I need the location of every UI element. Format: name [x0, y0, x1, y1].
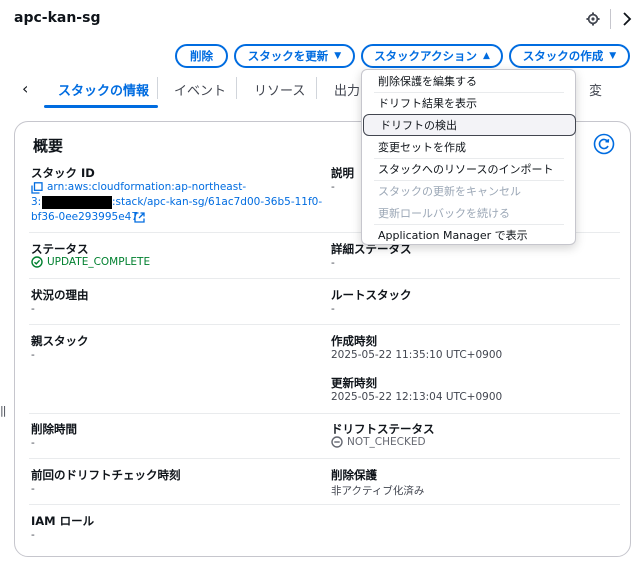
stack-id-line1[interactable]: arn:aws:cloudformation:ap-northeast-	[47, 180, 246, 195]
delete-button-label: 削除	[190, 49, 213, 63]
stack-actions-label: スタックアクション	[374, 49, 477, 63]
created-time-value: 2025-05-22 11:35:10 UTC+0900	[331, 349, 503, 361]
status-reason-label: 状況の理由	[31, 288, 89, 302]
caret-up-icon: ▲	[483, 50, 490, 61]
copy-icon[interactable]	[31, 182, 43, 194]
tab-divider	[316, 77, 317, 99]
last-drift-check-value: -	[31, 483, 35, 495]
redacted-account-id	[42, 196, 112, 209]
tab-divider	[157, 77, 158, 99]
deleted-time-label: 削除時間	[31, 422, 77, 436]
create-stack-label: スタックの作成	[522, 49, 604, 63]
menu-item-create-change-set[interactable]: 変更セットを作成	[362, 136, 575, 158]
detailed-status-value: -	[331, 257, 335, 269]
stack-actions-menu: 削除保護を編集する ドリフト結果を表示 ドリフトの検出 変更セットを作成 スタッ…	[361, 69, 576, 245]
created-time-label: 作成時刻	[331, 334, 377, 348]
row-divider	[29, 413, 620, 414]
row-divider	[29, 278, 620, 279]
tab-scroll-left-icon[interactable]: ‹	[22, 79, 28, 98]
active-tab-indicator	[44, 105, 158, 108]
header-divider	[610, 9, 611, 29]
row-divider	[29, 458, 620, 459]
updated-time-label: 更新時刻	[331, 376, 377, 390]
caret-down-icon: ▼	[334, 50, 342, 61]
panel-resize-handle[interactable]: ||	[0, 404, 7, 417]
menu-item-view-in-app-manager[interactable]: Application Manager で表示	[362, 224, 575, 246]
parent-stack-value: -	[31, 349, 35, 361]
menu-item-view-drift-results[interactable]: ドリフト結果を表示	[362, 92, 575, 114]
drift-status-value: NOT_CHECKED	[331, 436, 426, 448]
parent-stack-label: 親スタック	[31, 334, 89, 348]
create-stack-button[interactable]: スタックの作成 ▼	[509, 44, 630, 68]
iam-role-value: -	[31, 529, 35, 541]
menu-item-edit-termination-protection[interactable]: 削除保護を編集する	[362, 70, 575, 92]
stack-actions-button[interactable]: スタックアクション ▲	[361, 44, 503, 68]
tab-outputs[interactable]: 出力	[334, 80, 360, 99]
stack-title: apc-kan-sg	[14, 10, 101, 26]
termination-protection-label: 削除保護	[331, 468, 377, 482]
drift-status-label: ドリフトステータス	[331, 422, 435, 436]
menu-item-detect-drift[interactable]: ドリフトの検出	[363, 114, 576, 136]
stack-id-line3[interactable]: bf36-0ee293995e47	[31, 210, 138, 225]
stack-id-label: スタック ID	[31, 166, 95, 180]
minus-circle-icon	[331, 436, 343, 448]
last-drift-check-label: 前回のドリフトチェック時刻	[31, 468, 181, 482]
gear-icon[interactable]	[586, 12, 600, 26]
status-reason-value: -	[31, 303, 35, 315]
row-divider	[29, 504, 620, 505]
update-stack-label: スタックを更新	[247, 49, 329, 63]
menu-item-cancel-update: スタックの更新をキャンセル	[378, 185, 521, 198]
chevron-right-icon[interactable]	[622, 12, 632, 26]
overview-title: 概要	[33, 137, 64, 155]
tab-changesets[interactable]: 変	[589, 80, 602, 99]
update-stack-button[interactable]: スタックを更新 ▼	[234, 44, 355, 68]
stack-id-line2-suffix[interactable]: :stack/apc-kan-sg/61ac7d00-36b5-11f0-	[112, 195, 322, 210]
row-divider	[29, 324, 620, 325]
root-stack-label: ルートスタック	[331, 288, 412, 302]
menu-item-continue-rollback: 更新ロールバックを続ける	[378, 207, 510, 220]
refresh-icon[interactable]	[593, 133, 615, 155]
check-circle-icon	[31, 256, 43, 268]
description-label: 説明	[331, 166, 354, 180]
tab-divider	[236, 77, 237, 99]
root-stack-value: -	[331, 303, 335, 315]
drift-status-text: NOT_CHECKED	[347, 436, 426, 448]
deleted-time-value: -	[31, 437, 35, 449]
tab-stack-info[interactable]: スタックの情報	[58, 80, 149, 99]
delete-button[interactable]: 削除	[175, 44, 228, 68]
status-text: UPDATE_COMPLETE	[47, 256, 151, 268]
tab-events[interactable]: イベント	[174, 80, 226, 99]
tab-resources[interactable]: リソース	[254, 80, 305, 99]
status-value: UPDATE_COMPLETE	[31, 256, 150, 268]
external-link-icon[interactable]	[134, 212, 145, 223]
stack-id-line2-prefix[interactable]: 3:	[31, 195, 41, 210]
menu-item-import-resources[interactable]: スタックへのリソースのインポート	[362, 158, 575, 180]
status-label: ステータス	[31, 242, 89, 256]
updated-time-value: 2025-05-22 12:13:04 UTC+0900	[331, 391, 503, 403]
termination-protection-value: 非アクティブ化済み	[331, 485, 425, 497]
description-value: -	[331, 181, 335, 193]
iam-role-label: IAM ロール	[31, 514, 95, 528]
caret-down-icon: ▼	[609, 50, 617, 61]
